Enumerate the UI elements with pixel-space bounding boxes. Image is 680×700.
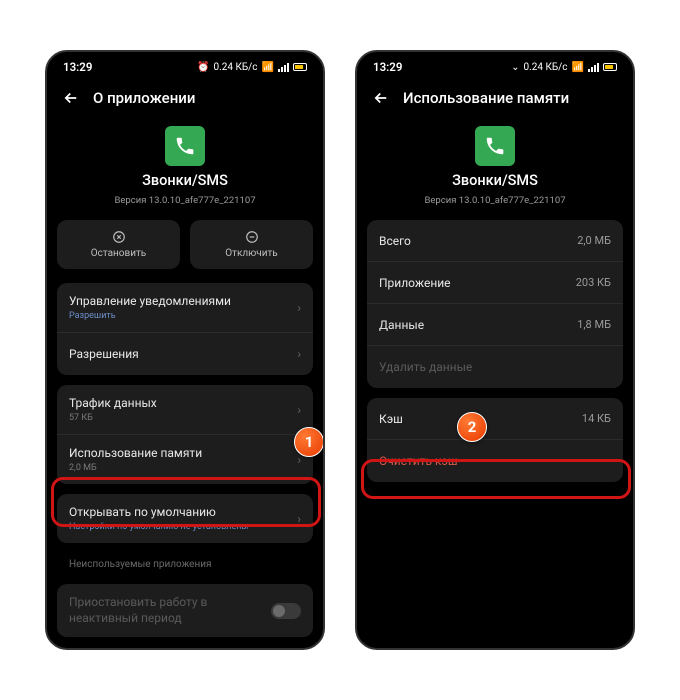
back-button[interactable] [61, 88, 81, 108]
net-speed: 0.24 КБ/с [523, 62, 567, 73]
status-icons: ⏰ 0.24 КБ/с 📶 [197, 62, 307, 73]
signal-icon [278, 63, 289, 72]
row-notifications[interactable]: Управление уведомлениями Разрешить › [57, 283, 313, 333]
row-label: Очистить кэш [379, 454, 458, 468]
status-time: 13:29 [63, 60, 92, 74]
signal-icon [588, 63, 599, 72]
statusbar: 13:29 ⌄ 0.24 КБ/с 📶 [357, 52, 633, 78]
wifi-icon: 📶 [572, 62, 584, 73]
card-inactive: Приостановить работу в неактивный период [57, 584, 313, 637]
screen: 13:29 ⌄ 0.24 КБ/с 📶 Использование памяти… [357, 52, 633, 648]
row-label: Удалить данные [379, 360, 472, 374]
phone-icon [174, 135, 196, 157]
card-cache: Кэш 14 КБ Очистить кэш [367, 398, 623, 482]
content: Всего 2,0 МБ Приложение 203 КБ Данные 1,… [357, 220, 633, 482]
app-name: Звонки/SMS [452, 172, 538, 189]
row-app: Приложение 203 КБ [367, 262, 623, 304]
titlebar: Использование памяти [357, 78, 633, 126]
app-icon [475, 126, 515, 166]
row-sub: 2,0 МБ [69, 463, 202, 473]
content: Управление уведомлениями Разрешить › Раз… [47, 283, 323, 637]
card-storage: Всего 2,0 МБ Приложение 203 КБ Данные 1,… [367, 220, 623, 388]
net-speed: 0.24 КБ/с [213, 62, 257, 73]
section-unused-label: Неиспользуемые приложения [57, 553, 313, 574]
row-memory[interactable]: Использование памяти 2,0 МБ › [57, 435, 313, 484]
stop-button[interactable]: Остановить [57, 220, 180, 269]
status-icons: ⌄ 0.24 КБ/с 📶 [511, 62, 617, 73]
step-badge-2: 2 [457, 412, 487, 442]
row-label: Кэш [379, 412, 403, 426]
battery-icon [603, 63, 617, 71]
row-default[interactable]: Открывать по умолчанию Настройки по умол… [57, 494, 313, 543]
disable-icon [245, 230, 259, 244]
status-time: 13:29 [373, 60, 402, 74]
alarm-icon: ⏰ [197, 62, 209, 73]
phone-screenshot-2: 13:29 ⌄ 0.24 КБ/с 📶 Использование памяти… [355, 50, 635, 650]
screen: 13:29 ⏰ 0.24 КБ/с 📶 О приложении Звонки/… [47, 52, 323, 648]
stop-icon-x [112, 230, 126, 244]
app-version: Версия 13.0.10_afe777e_221107 [114, 195, 255, 206]
app-name: Звонки/SMS [142, 172, 228, 189]
back-arrow-icon [62, 89, 80, 107]
chevron-right-icon: › [297, 403, 301, 417]
bt-icon: ⌄ [511, 62, 519, 73]
toggle-inactive[interactable] [271, 603, 301, 619]
chevron-right-icon: › [297, 347, 301, 361]
row-label: Всего [379, 234, 411, 248]
card-default: Открывать по умолчанию Настройки по умол… [57, 494, 313, 543]
row-label: Использование памяти [69, 446, 202, 460]
row-label: Открывать по умолчанию [69, 505, 248, 519]
page-title: О приложении [93, 89, 195, 107]
chevron-right-icon: › [297, 512, 301, 526]
row-label: Разрешения [69, 347, 139, 361]
row-value: 203 КБ [576, 276, 611, 289]
phone-icon [484, 135, 506, 157]
row-delete-data: Удалить данные [367, 346, 623, 388]
row-value: 2,0 МБ [577, 234, 611, 247]
phone-screenshot-1: 13:29 ⏰ 0.24 КБ/с 📶 О приложении Звонки/… [45, 50, 325, 650]
card-usage: Трафик данных 57 КБ › Использование памя… [57, 385, 313, 484]
wifi-icon: 📶 [262, 62, 274, 73]
row-label: Данные [379, 318, 424, 332]
app-version: Версия 13.0.10_afe777e_221107 [424, 195, 565, 206]
back-arrow-icon [372, 89, 390, 107]
disable-label: Отключить [225, 248, 278, 259]
row-value: 14 КБ [582, 412, 611, 425]
row-clear-cache[interactable]: Очистить кэш [367, 440, 623, 482]
row-data: Данные 1,8 МБ [367, 304, 623, 346]
row-permissions[interactable]: Разрешения › [57, 333, 313, 375]
action-buttons: Остановить Отключить [47, 220, 323, 283]
page-title: Использование памяти [403, 89, 569, 107]
app-header: Звонки/SMS Версия 13.0.10_afe777e_221107 [47, 126, 323, 220]
stop-label: Остановить [91, 248, 146, 259]
row-total: Всего 2,0 МБ [367, 220, 623, 262]
battery-icon [293, 63, 307, 71]
row-inactive: Приостановить работу в неактивный период [57, 584, 313, 637]
chevron-right-icon: › [297, 301, 301, 315]
row-value: 1,8 МБ [577, 318, 611, 331]
row-label: Трафик данных [69, 396, 157, 410]
row-sub: 57 КБ [69, 413, 157, 423]
row-cache: Кэш 14 КБ [367, 398, 623, 440]
row-sub: Настройки по умолчанию не установлены [69, 522, 248, 532]
disable-button[interactable]: Отключить [190, 220, 313, 269]
card-notifications: Управление уведомлениями Разрешить › Раз… [57, 283, 313, 375]
app-icon [165, 126, 205, 166]
row-traffic[interactable]: Трафик данных 57 КБ › [57, 385, 313, 435]
statusbar: 13:29 ⏰ 0.24 КБ/с 📶 [47, 52, 323, 78]
step-badge-1: 1 [294, 427, 324, 457]
row-label: Управление уведомлениями [69, 294, 231, 308]
titlebar: О приложении [47, 78, 323, 126]
row-label: Приостановить работу в неактивный период [69, 595, 249, 626]
row-sub: Разрешить [69, 311, 231, 321]
row-label: Приложение [379, 276, 451, 290]
back-button[interactable] [371, 88, 391, 108]
app-header: Звонки/SMS Версия 13.0.10_afe777e_221107 [357, 126, 633, 220]
